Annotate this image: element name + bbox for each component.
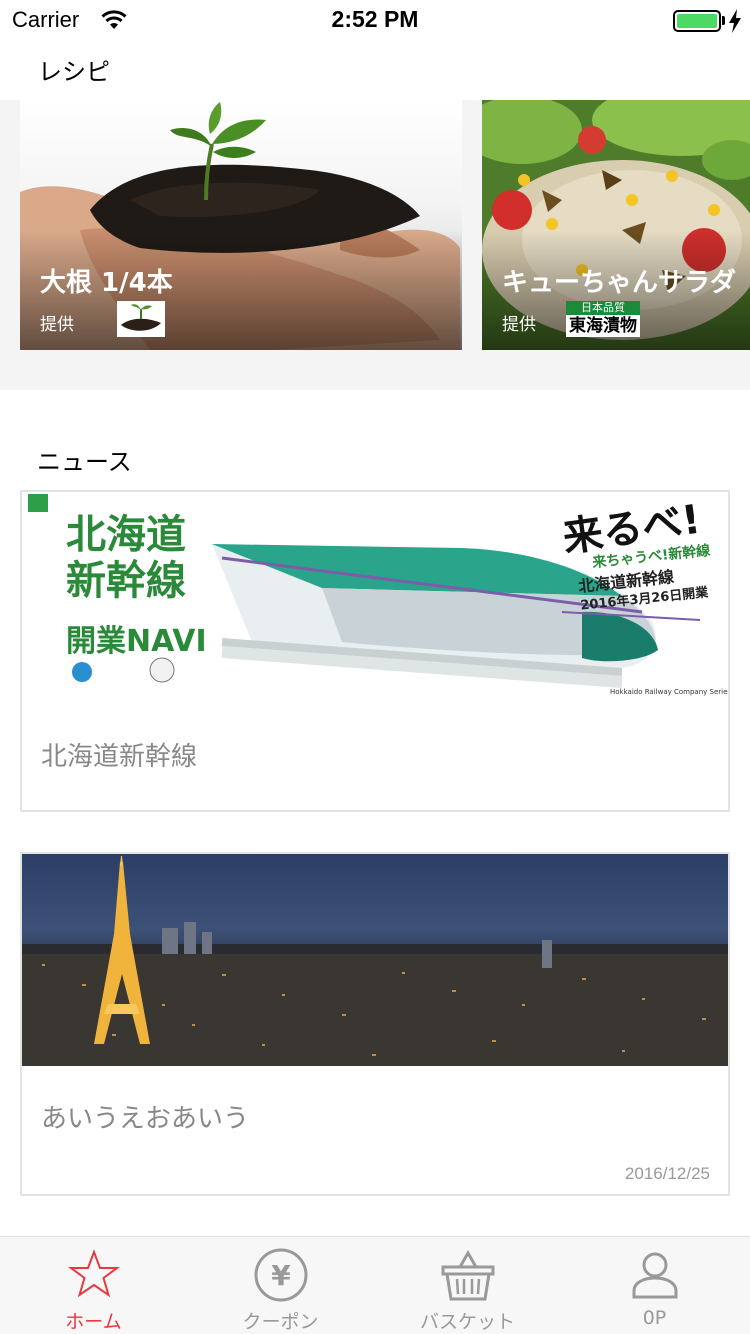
tab-label: ホーム: [65, 1311, 122, 1333]
tokai-tsukemono-logo: 日本品質 東海漬物: [566, 301, 640, 337]
charging-bolt-icon: [729, 9, 741, 33]
recipe-card-provider-label: 提供: [40, 315, 74, 335]
provider-logo: [117, 301, 165, 337]
tab-home[interactable]: ホーム: [0, 1237, 187, 1334]
recipe-carousel[interactable]: 大根 1/4本 提供 キューちゃんサラダ 提供 日本品質 東海漬物: [0, 100, 750, 390]
news-title: 北海道新幹線: [41, 742, 198, 772]
recipe-section-header: レシピ: [0, 40, 750, 100]
paris-night-image: [22, 854, 728, 1066]
banner-subheadline: 開業NAVI: [66, 624, 207, 659]
tab-label: バスケット: [419, 1311, 515, 1333]
news-image: [22, 854, 728, 1066]
news-section-title: ニュース: [37, 448, 132, 476]
tab-basket[interactable]: バスケット: [374, 1237, 561, 1334]
star-icon: [67, 1249, 121, 1298]
tab-points[interactable]: 0P: [561, 1237, 748, 1334]
recipe-card[interactable]: 大根 1/4本 提供: [20, 100, 462, 350]
clock-label: 2:52 PM: [331, 6, 419, 32]
news-section-header: ニュース: [0, 390, 750, 490]
news-card[interactable]: 北海道 新幹線 開業NAVI 来るべ! 来ちゃうべ!新幹線 北海道新幹線 201…: [20, 490, 730, 812]
soil-logo-icon: [117, 301, 165, 337]
logo-tagline: 日本品質: [566, 301, 640, 315]
tab-label: クーポン: [242, 1311, 319, 1333]
news-date: 2016/12/25: [624, 1164, 710, 1183]
battery-nub: [722, 16, 725, 25]
battery-icon: [673, 10, 721, 32]
recipe-section-title: レシピ: [38, 58, 110, 86]
tab-label: 0P: [642, 1307, 667, 1329]
banner-headline: 北海道 新幹線: [66, 512, 186, 604]
news-card[interactable]: あいうえおあいう 2016/12/25: [20, 852, 730, 1196]
svg-text:¥: ¥: [271, 1259, 291, 1292]
status-bar: Carrier 2:52 PM: [0, 0, 750, 40]
recipe-card-title: キューちゃんサラダ: [502, 268, 737, 298]
news-title: あいうえおあいう: [41, 1104, 250, 1134]
person-icon: [632, 1252, 678, 1299]
logo-brand-name: 東海漬物: [569, 316, 637, 336]
banner-credit: Hokkaido Railway Company Series H5: [610, 688, 728, 696]
recipe-card-title: 大根 1/4本: [40, 268, 173, 298]
basket-icon: [441, 1249, 495, 1301]
recipe-card-provider-label: 提供: [502, 315, 536, 335]
recipe-card[interactable]: キューちゃんサラダ 提供 日本品質 東海漬物: [482, 100, 750, 350]
news-image: 北海道 新幹線 開業NAVI 来るべ! 来ちゃうべ!新幹線 北海道新幹線 201…: [22, 492, 728, 704]
tab-coupon[interactable]: ¥ クーポン: [187, 1237, 374, 1334]
tab-bar: ホーム ¥ クーポン バスケット 0P: [0, 1236, 750, 1334]
yen-icon: ¥: [254, 1248, 308, 1302]
